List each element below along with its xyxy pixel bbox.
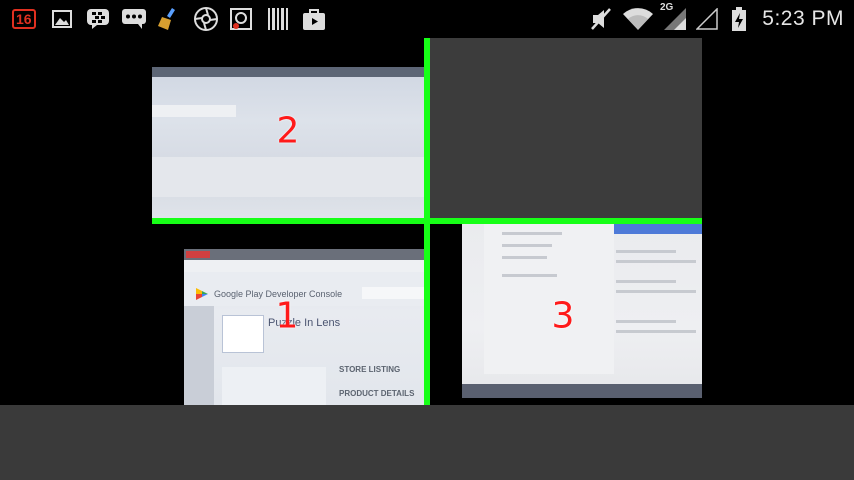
broom-icon[interactable] — [158, 8, 182, 30]
camera-viewport[interactable]: Google Play Developer Console Puzzle In … — [0, 38, 854, 405]
wifi-icon[interactable] — [623, 8, 653, 30]
bottom-bar — [0, 405, 854, 480]
notification-count-icon[interactable]: 16 — [12, 8, 36, 30]
signal-icon[interactable]: 2G — [660, 2, 686, 30]
photo-browser-tabs — [184, 249, 424, 260]
quadrant-1-photo: Google Play Developer Console Puzzle In … — [184, 249, 424, 405]
photo-browser-tabs — [152, 67, 424, 77]
photo-store-listing-label: STORE LISTING — [339, 365, 401, 374]
quadrant-top-right-empty — [430, 38, 702, 218]
photo-sidebar — [184, 306, 214, 405]
quadrant-number-1: 1 — [275, 295, 299, 337]
barcode-icon[interactable] — [268, 8, 288, 30]
chat-icon[interactable] — [122, 8, 146, 30]
shopping-bag-icon[interactable] — [303, 8, 325, 30]
quadrant-3-photo — [462, 224, 702, 398]
aperture-icon[interactable] — [194, 7, 218, 31]
notification-count: 16 — [12, 9, 36, 29]
grid-line-horizontal — [152, 218, 702, 224]
quadrant-number-3: 3 — [551, 295, 575, 337]
battery-charging-icon[interactable] — [731, 7, 747, 31]
photo-content-band — [152, 157, 424, 197]
photo-address-bar — [184, 260, 424, 272]
photo-input-field — [152, 105, 236, 117]
signal-empty-icon[interactable] — [696, 8, 718, 30]
quadrant-number-2: 2 — [276, 110, 300, 152]
camera-app-icon[interactable] — [230, 8, 254, 30]
photo-blue-banner — [614, 224, 702, 234]
image-icon[interactable] — [52, 8, 72, 30]
clock: 5:23 PM — [762, 7, 844, 30]
photo-taskbar — [462, 384, 702, 398]
bbm-icon[interactable] — [87, 8, 109, 30]
photo-app-icon — [222, 315, 264, 353]
photo-menu — [222, 367, 326, 405]
mute-icon[interactable] — [590, 8, 612, 30]
photo-product-details-label: PRODUCT DETAILS — [339, 389, 415, 398]
status-bar: 16 2G 5:23 PM — [0, 0, 854, 38]
photo-search-box — [362, 287, 424, 299]
network-type-label: 2G — [660, 2, 674, 13]
